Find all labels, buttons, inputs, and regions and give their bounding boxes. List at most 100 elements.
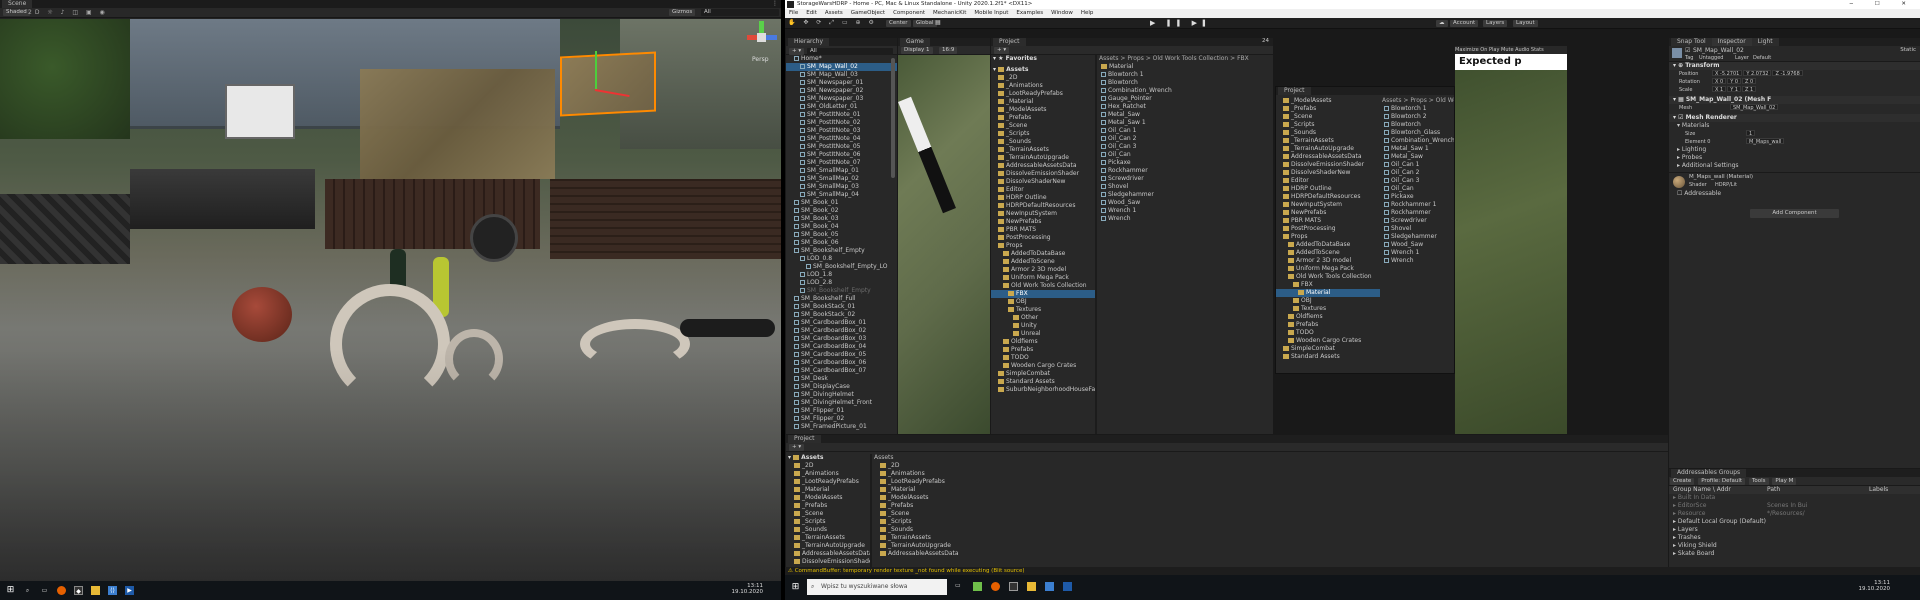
asset-item[interactable]: _TerrainAutoUpgrade: [874, 542, 1664, 550]
folder-item[interactable]: _TerrainAssets: [1276, 137, 1380, 145]
menu-window[interactable]: Window: [1047, 9, 1077, 18]
hierarchy-create-button[interactable]: + ▾: [789, 48, 805, 55]
pivot-center-button[interactable]: Center: [886, 20, 911, 27]
task-view-icon[interactable]: ▭: [955, 582, 961, 589]
folder-item[interactable]: Standard Assets: [1276, 353, 1380, 361]
element0-field[interactable]: M_Maps_wall: [1746, 138, 1785, 145]
folder-item[interactable]: Textures: [991, 306, 1095, 314]
hierarchy-item[interactable]: SM_DisplayCase: [786, 383, 897, 391]
hierarchy-item[interactable]: SM_BookStack_02: [786, 311, 897, 319]
favorites-header[interactable]: ▾ ★ Favorites: [991, 55, 1095, 63]
hierarchy-scrollbar[interactable]: [891, 58, 895, 178]
hierarchy-item[interactable]: SM_SmallMap_01: [786, 167, 897, 175]
folder-item[interactable]: _Sounds: [991, 138, 1095, 146]
folder-item[interactable]: _Material: [786, 486, 870, 494]
hierarchy-item[interactable]: SM_CardboardBox_06: [786, 359, 897, 367]
hierarchy-item[interactable]: SM_Bookshelf_Empty: [786, 287, 897, 295]
hierarchy-item[interactable]: SM_FramedPicture_01: [786, 423, 897, 431]
hierarchy-item[interactable]: SM_PostItNote_07: [786, 159, 897, 167]
folder-item[interactable]: AddressableAssetsData: [991, 162, 1095, 170]
project-top-create[interactable]: + ▾: [994, 47, 1010, 54]
project-bottom-divider[interactable]: [870, 454, 872, 567]
window-controls[interactable]: ─ ☐ ✕: [1850, 0, 1916, 9]
unity-icon[interactable]: [1009, 582, 1018, 591]
asset-item[interactable]: Rockhammer: [1382, 209, 1454, 217]
hierarchy-item[interactable]: SM_BookStack_01: [786, 303, 897, 311]
asset-item[interactable]: _Scripts: [874, 518, 1664, 526]
scene-viewport[interactable]: Persp: [0, 19, 781, 581]
pivot-global-button[interactable]: Global: [913, 20, 937, 27]
scale-x[interactable]: X 1: [1712, 86, 1727, 93]
addressables-row[interactable]: ▸ Built In Data: [1669, 494, 1920, 502]
folder-item[interactable]: TODO: [991, 354, 1095, 362]
windows-start-icon[interactable]: ⊞: [791, 583, 800, 592]
folder-item[interactable]: Old Work Tools Collection: [991, 282, 1095, 290]
asset-item[interactable]: Gauge_Pointer: [1099, 95, 1273, 103]
asset-item[interactable]: _LootReadyPrefabs: [874, 478, 1664, 486]
folder-item[interactable]: Textures: [1276, 305, 1380, 313]
scene-search-input[interactable]: All: [701, 9, 779, 16]
asset-item[interactable]: Wrench: [1382, 257, 1454, 265]
addressables-row[interactable]: ▸ Viking Shield: [1669, 542, 1920, 550]
folder-item[interactable]: FBX: [1276, 281, 1380, 289]
asset-item[interactable]: Blowtorch_Glass: [1382, 129, 1454, 137]
game-view-extension[interactable]: [1455, 70, 1567, 434]
search-icon[interactable]: ⌕: [23, 586, 32, 595]
grid-snap-icon[interactable]: ▦: [935, 19, 941, 26]
asset-item[interactable]: Screwdriver: [1099, 175, 1273, 183]
folder-item[interactable]: TODO: [1276, 329, 1380, 337]
menu-component[interactable]: Component: [889, 9, 929, 18]
hierarchy-item[interactable]: SM_PostItNote_06: [786, 151, 897, 159]
orientation-gizmo[interactable]: [745, 21, 779, 55]
folder-item[interactable]: Wooden Cargo Crates: [1276, 337, 1380, 345]
folder-item[interactable]: Prefabs: [991, 346, 1095, 354]
asset-item[interactable]: _TerrainAssets: [874, 534, 1664, 542]
folder-item[interactable]: _TerrainAssets: [991, 146, 1095, 154]
folder-item[interactable]: NewInputSystem: [1276, 201, 1380, 209]
meshrenderer-header[interactable]: ▾ ☑ Mesh Renderer: [1669, 114, 1920, 122]
hierarchy-item[interactable]: SM_Book_05: [786, 231, 897, 239]
additional-settings-foldout[interactable]: ▸ Additional Settings: [1669, 162, 1920, 170]
folder-item[interactable]: DissolveEmissionShader: [991, 170, 1095, 178]
tab-project-bottom[interactable]: Project: [788, 435, 821, 443]
asset-item[interactable]: Oil_Can 2: [1099, 135, 1273, 143]
asset-item[interactable]: Wood_Saw: [1382, 241, 1454, 249]
hierarchy-item[interactable]: SM_PostItNote_03: [786, 127, 897, 135]
hierarchy-item[interactable]: SM_CardboardBox_07: [786, 367, 897, 375]
folder-item[interactable]: PostProcessing: [991, 234, 1095, 242]
status-bar[interactable]: ⚠ CommandBuffer: temporary render textur…: [785, 567, 1920, 575]
folder-item[interactable]: _Scripts: [991, 130, 1095, 138]
hierarchy-item[interactable]: LOD_0.8: [786, 255, 897, 263]
folder-item[interactable]: _ModelAssets: [1276, 97, 1380, 105]
asset-item[interactable]: Pickaxe: [1099, 159, 1273, 167]
folder-item[interactable]: OBJ: [991, 298, 1095, 306]
hierarchy-item[interactable]: SM_Book_01: [786, 199, 897, 207]
asset-item[interactable]: Blowtorch 1: [1099, 71, 1273, 79]
hierarchy-item[interactable]: SM_Flipper_01: [786, 407, 897, 415]
folder-item[interactable]: Armor 2 3D model: [991, 266, 1095, 274]
asset-item[interactable]: Metal_Saw: [1382, 153, 1454, 161]
gizmo-center[interactable]: [757, 33, 766, 42]
taskbar-search-input[interactable]: Wpisz tu wyszukiwane słowa: [807, 579, 947, 595]
tab-project-floating[interactable]: Project: [1278, 87, 1311, 95]
selected-map-object[interactable]: [560, 51, 656, 117]
asset-item[interactable]: Oil_Can 1: [1382, 161, 1454, 169]
file-explorer-icon[interactable]: [1027, 582, 1036, 591]
rotation-x[interactable]: X 0: [1712, 78, 1727, 85]
folder-item[interactable]: DissolveShaderNew: [1276, 169, 1380, 177]
folder-item[interactable]: _Prefabs: [1276, 105, 1380, 113]
folder-item[interactable]: _TerrainAutoUpgrade: [786, 542, 870, 550]
folder-item[interactable]: OBJ: [1276, 297, 1380, 305]
probes-foldout[interactable]: ▸ Probes: [1669, 154, 1920, 162]
media-icon[interactable]: ▶: [125, 586, 134, 595]
col-path[interactable]: Path: [1767, 486, 1780, 494]
addressables-row[interactable]: ▸ Trashes: [1669, 534, 1920, 542]
asset-item[interactable]: Sledgehammer: [1099, 191, 1273, 199]
folder-item[interactable]: Prefabs: [1276, 321, 1380, 329]
folder-item[interactable]: SuburbNeighborhoodHouseFack: [991, 386, 1095, 394]
folder-item[interactable]: _Scripts: [1276, 121, 1380, 129]
firefox-icon[interactable]: [991, 582, 1000, 591]
hierarchy-item[interactable]: SM_SmallMap_03: [786, 183, 897, 191]
aspect-dropdown[interactable]: 16:9: [939, 47, 958, 54]
asset-item[interactable]: Material: [1099, 63, 1273, 71]
